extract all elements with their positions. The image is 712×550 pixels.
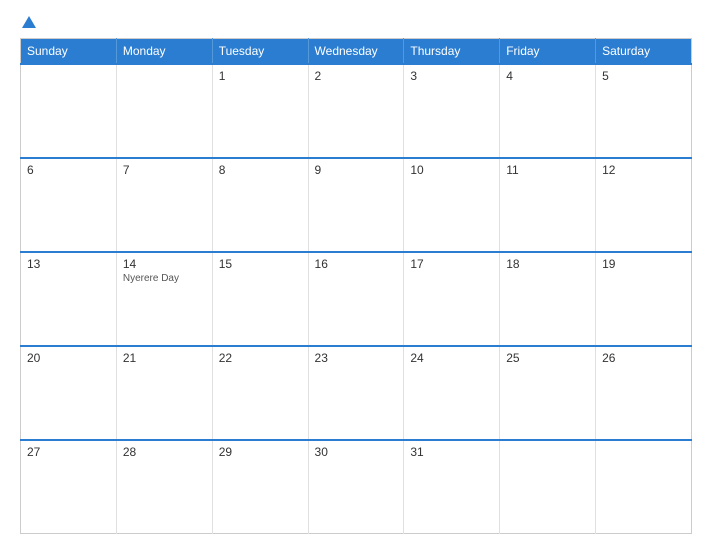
day-number: 11 — [506, 163, 589, 177]
calendar-cell — [500, 440, 596, 534]
day-number: 12 — [602, 163, 685, 177]
calendar-day-header: Wednesday — [308, 39, 404, 65]
header — [20, 16, 692, 28]
calendar-cell: 19 — [596, 252, 692, 346]
day-number: 10 — [410, 163, 493, 177]
calendar-cell: 23 — [308, 346, 404, 440]
calendar-cell — [21, 64, 117, 158]
day-number: 27 — [27, 445, 110, 459]
calendar-cell: 12 — [596, 158, 692, 252]
day-number: 5 — [602, 69, 685, 83]
calendar-day-header: Thursday — [404, 39, 500, 65]
calendar-cell — [116, 64, 212, 158]
day-number: 20 — [27, 351, 110, 365]
calendar-cell: 8 — [212, 158, 308, 252]
calendar-week-row: 20 21 22 23 24 25 26 — [21, 346, 692, 440]
calendar-cell: 6 — [21, 158, 117, 252]
calendar-cell: 1 — [212, 64, 308, 158]
calendar-cell: 13 — [21, 252, 117, 346]
day-number: 15 — [219, 257, 302, 271]
day-number: 9 — [315, 163, 398, 177]
calendar-body: 1234567891011121314Nyerere Day1516171819… — [21, 64, 692, 534]
calendar-cell: 22 — [212, 346, 308, 440]
day-number: 25 — [506, 351, 589, 365]
day-number: 23 — [315, 351, 398, 365]
calendar-cell: 14 Nyerere Day — [116, 252, 212, 346]
calendar-cell: 17 — [404, 252, 500, 346]
calendar-header: SundayMondayTuesdayWednesdayThursdayFrid… — [21, 39, 692, 65]
day-number: 26 — [602, 351, 685, 365]
calendar-week-row: 27 28 29 30 31 — [21, 440, 692, 534]
logo — [20, 16, 36, 28]
day-number: 31 — [410, 445, 493, 459]
day-number: 8 — [219, 163, 302, 177]
day-number: 17 — [410, 257, 493, 271]
page: SundayMondayTuesdayWednesdayThursdayFrid… — [0, 0, 712, 550]
calendar-cell: 20 — [21, 346, 117, 440]
calendar-cell: 21 — [116, 346, 212, 440]
calendar-cell: 4 — [500, 64, 596, 158]
calendar-cell: 27 — [21, 440, 117, 534]
calendar-day-header: Tuesday — [212, 39, 308, 65]
day-number: 19 — [602, 257, 685, 271]
calendar-cell: 26 — [596, 346, 692, 440]
day-number: 2 — [315, 69, 398, 83]
calendar-week-row: 12345 — [21, 64, 692, 158]
day-number: 18 — [506, 257, 589, 271]
day-number: 30 — [315, 445, 398, 459]
day-number: 22 — [219, 351, 302, 365]
calendar-cell: 15 — [212, 252, 308, 346]
logo-triangle-icon — [22, 16, 36, 28]
day-number: 16 — [315, 257, 398, 271]
calendar-day-header: Saturday — [596, 39, 692, 65]
calendar-cell: 5 — [596, 64, 692, 158]
calendar-table: SundayMondayTuesdayWednesdayThursdayFrid… — [20, 38, 692, 534]
calendar-cell: 16 — [308, 252, 404, 346]
day-number: 28 — [123, 445, 206, 459]
day-number: 13 — [27, 257, 110, 271]
day-number: 14 — [123, 257, 206, 271]
calendar-cell: 30 — [308, 440, 404, 534]
calendar-day-header: Monday — [116, 39, 212, 65]
day-number: 24 — [410, 351, 493, 365]
calendar-week-row: 13 14 Nyerere Day 15 16 17 18 19 — [21, 252, 692, 346]
day-number: 3 — [410, 69, 493, 83]
holiday-label: Nyerere Day — [123, 273, 206, 284]
calendar-cell: 18 — [500, 252, 596, 346]
day-number: 6 — [27, 163, 110, 177]
calendar-cell: 24 — [404, 346, 500, 440]
calendar-cell — [596, 440, 692, 534]
calendar-cell: 25 — [500, 346, 596, 440]
calendar-cell: 2 — [308, 64, 404, 158]
day-number: 4 — [506, 69, 589, 83]
calendar-cell: 29 — [212, 440, 308, 534]
calendar-cell: 7 — [116, 158, 212, 252]
calendar-day-header: Friday — [500, 39, 596, 65]
calendar-cell: 9 — [308, 158, 404, 252]
calendar-cell: 3 — [404, 64, 500, 158]
day-number: 1 — [219, 69, 302, 83]
calendar-day-header: Sunday — [21, 39, 117, 65]
calendar-cell: 28 — [116, 440, 212, 534]
calendar-cell: 11 — [500, 158, 596, 252]
calendar-week-row: 6789 10 11 12 — [21, 158, 692, 252]
calendar-cell: 31 — [404, 440, 500, 534]
day-number: 21 — [123, 351, 206, 365]
calendar-cell: 10 — [404, 158, 500, 252]
day-number: 7 — [123, 163, 206, 177]
day-number: 29 — [219, 445, 302, 459]
